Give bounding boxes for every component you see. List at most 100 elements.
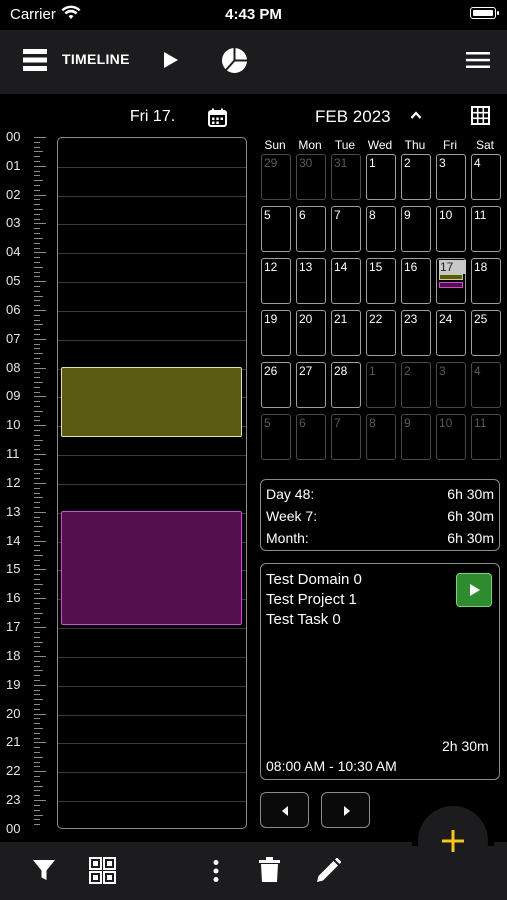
calendar-day[interactable]: 23: [401, 310, 431, 356]
calendar-day[interactable]: 11: [471, 414, 501, 460]
more-vertical-icon[interactable]: [212, 859, 220, 883]
ruler-tick: [34, 343, 40, 345]
calendar-day[interactable]: 1: [366, 154, 396, 200]
add-entry-button[interactable]: [418, 806, 488, 876]
calendar-day-number: 16: [404, 260, 418, 274]
calendar-day[interactable]: 14: [331, 258, 361, 304]
ruler-tick: [34, 492, 40, 494]
calendar-day[interactable]: 9: [401, 206, 431, 252]
ruler-tick: [34, 809, 40, 811]
calendar-day[interactable]: 2: [401, 154, 431, 200]
calendar-day[interactable]: 8: [366, 414, 396, 460]
ruler-tick: [34, 468, 43, 470]
time-entry-block[interactable]: [61, 511, 242, 625]
calendar-day[interactable]: 20: [296, 310, 326, 356]
calendar-day[interactable]: 15: [366, 258, 396, 304]
chevron-up-icon[interactable]: [410, 110, 422, 120]
next-day-button[interactable]: [321, 792, 370, 828]
calendar-day[interactable]: 7: [331, 206, 361, 252]
ruler-tick: [34, 209, 43, 211]
calendar-day[interactable]: 11: [471, 206, 501, 252]
apps-icon[interactable]: [89, 857, 116, 884]
grid-icon[interactable]: [471, 106, 490, 125]
calendar-day-today[interactable]: 17: [436, 258, 466, 304]
battery-icon: [470, 7, 499, 19]
ruler-tick: [34, 285, 40, 287]
calendar-day[interactable]: 3: [436, 154, 466, 200]
calendar-day[interactable]: 19: [261, 310, 291, 356]
hour-gridline: [58, 455, 246, 457]
calendar-day[interactable]: 27: [296, 362, 326, 408]
calendar-day[interactable]: 6: [296, 206, 326, 252]
ruler-tick: [34, 535, 40, 537]
calendar-day[interactable]: 2: [401, 362, 431, 408]
list-view-icon[interactable]: [22, 48, 48, 72]
ruler-tick: [34, 771, 46, 773]
calendar-day[interactable]: 26: [261, 362, 291, 408]
pie-chart-icon[interactable]: [221, 47, 248, 74]
ruler-tick: [34, 348, 40, 350]
start-timer-button[interactable]: [456, 573, 492, 607]
hour-label: 02: [6, 186, 21, 202]
timeline-title[interactable]: TIMELINE: [62, 51, 130, 67]
ruler-tick: [34, 185, 40, 187]
ruler-tick: [34, 194, 46, 196]
calendar-day-number: 10: [439, 208, 453, 222]
hour-label: 15: [6, 561, 21, 577]
calendar-day[interactable]: 18: [471, 258, 501, 304]
calendar-day[interactable]: 13: [296, 258, 326, 304]
hour-gridline: [58, 339, 246, 341]
calendar-day[interactable]: 30: [296, 154, 326, 200]
filter-icon[interactable]: [32, 858, 56, 882]
calendar-day[interactable]: 8: [366, 206, 396, 252]
calendar-day[interactable]: 5: [261, 414, 291, 460]
calendar-day[interactable]: 21: [331, 310, 361, 356]
selected-day-label[interactable]: Fri 17.: [110, 108, 195, 126]
calendar-day[interactable]: 4: [471, 362, 501, 408]
ruler-tick: [34, 752, 40, 754]
ruler-tick: [34, 223, 46, 225]
play-icon[interactable]: [163, 51, 179, 69]
trash-icon[interactable]: [259, 857, 280, 883]
calendar-day-number: 30: [299, 156, 313, 170]
hour-gridline: [58, 224, 246, 226]
calendar-day[interactable]: 16: [401, 258, 431, 304]
calendar-day[interactable]: 7: [331, 414, 361, 460]
ruler-tick: [34, 439, 43, 441]
calendar-day[interactable]: 9: [401, 414, 431, 460]
calendar-day[interactable]: 24: [436, 310, 466, 356]
month-label[interactable]: FEB 2023: [315, 107, 391, 127]
calendar-day-number: 2: [404, 156, 411, 170]
time-entry-block[interactable]: [61, 367, 242, 437]
ruler-tick: [34, 607, 40, 609]
summary-day-label: Day 48:: [266, 486, 315, 502]
calendar-day[interactable]: 5: [261, 206, 291, 252]
ruler-tick: [34, 636, 40, 638]
day-timeline-panel[interactable]: [57, 137, 247, 829]
calendar-day[interactable]: 31: [331, 154, 361, 200]
calendar-day[interactable]: 25: [471, 310, 501, 356]
summary-row-month: Month: 6h 30m: [266, 530, 494, 546]
ruler-tick: [34, 319, 40, 321]
calendar-day[interactable]: 28: [331, 362, 361, 408]
calendar-day[interactable]: 10: [436, 206, 466, 252]
ruler-tick: [34, 555, 43, 557]
calendar-icon[interactable]: [208, 108, 227, 127]
calendar-day[interactable]: 6: [296, 414, 326, 460]
calendar-day[interactable]: 3: [436, 362, 466, 408]
day-entry-indicator: [439, 282, 463, 288]
previous-day-button[interactable]: [260, 792, 309, 828]
calendar-day-number: 6: [299, 416, 306, 430]
calendar-day[interactable]: 4: [471, 154, 501, 200]
calendar-day[interactable]: 22: [366, 310, 396, 356]
calendar-day[interactable]: 12: [261, 258, 291, 304]
ruler-tick: [34, 228, 40, 230]
ruler-tick: [34, 396, 46, 398]
hour-label: 16: [6, 590, 21, 606]
menu-icon[interactable]: [466, 51, 490, 69]
calendar-day[interactable]: 10: [436, 414, 466, 460]
calendar-day-number: 9: [404, 208, 411, 222]
pencil-icon[interactable]: [316, 858, 341, 883]
calendar-day[interactable]: 1: [366, 362, 396, 408]
calendar-day[interactable]: 29: [261, 154, 291, 200]
